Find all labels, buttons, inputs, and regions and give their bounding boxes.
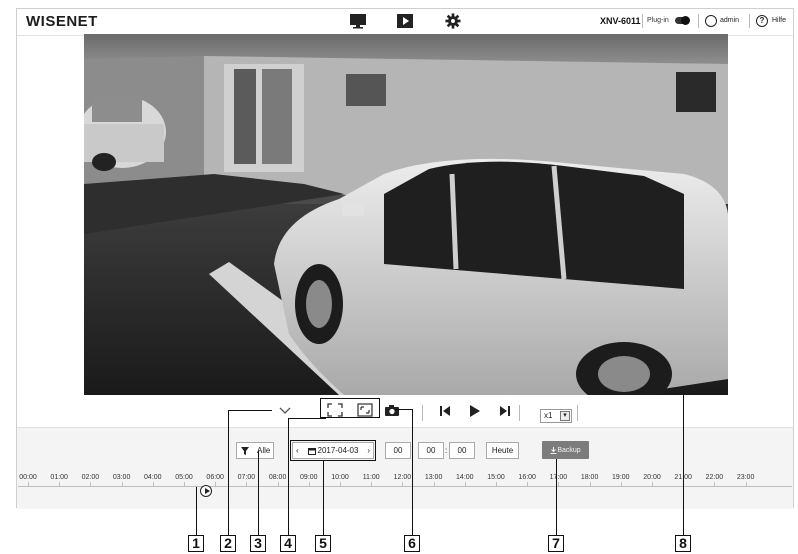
chevron-down-icon[interactable] — [278, 405, 292, 417]
camera-model: XNV-6011 — [600, 16, 641, 26]
timeline-hour-label: 13:00 — [424, 474, 443, 481]
timeline-hour-label: 04:00 — [144, 474, 162, 481]
callout-box-view — [320, 398, 380, 418]
gear-icon[interactable] — [444, 13, 462, 29]
play-icon[interactable] — [469, 404, 481, 418]
callout-5: 5 — [315, 535, 331, 552]
filter-label: Alle — [257, 446, 271, 455]
callout-6: 6 — [404, 535, 420, 552]
timeline-hour-label: 20:00 — [643, 474, 661, 481]
callout-line-3 — [258, 451, 259, 535]
callout-line-6 — [412, 409, 413, 535]
timeline-axis[interactable] — [18, 486, 792, 487]
timeline-hour-label: 14:00 — [456, 474, 474, 481]
filter-button[interactable]: Alle — [236, 442, 274, 459]
timeline-hour-label: 16:00 — [518, 474, 536, 481]
monitor-icon[interactable] — [349, 13, 367, 29]
divider — [577, 405, 578, 421]
plugin-toggle[interactable] — [675, 16, 690, 25]
speed-value: x1 — [544, 411, 553, 420]
backup-button[interactable]: Backup — [542, 441, 589, 459]
callout-8: 8 — [675, 535, 691, 552]
help-link[interactable]: Hilfe — [772, 17, 786, 24]
video-view[interactable] — [84, 34, 728, 395]
callout-3: 3 — [250, 535, 266, 552]
callout-line-2 — [228, 410, 229, 535]
divider — [698, 14, 699, 28]
timeline-hour-label: 15:00 — [487, 474, 505, 481]
timeline-hour-label: 06:00 — [206, 474, 224, 481]
divider — [749, 14, 750, 28]
callout-1: 1 — [188, 535, 204, 552]
backup-label: Backup — [557, 446, 581, 454]
callout-line-6h — [395, 409, 412, 410]
timeline-hour-label: 02:00 — [81, 474, 100, 481]
divider — [642, 14, 643, 28]
camera-feed-image — [84, 34, 728, 395]
download-icon — [550, 446, 557, 454]
hour-field[interactable]: 00 — [385, 442, 411, 459]
timeline-hour-label: 10:00 — [331, 474, 349, 481]
callout-4: 4 — [280, 535, 296, 552]
divider — [422, 405, 423, 421]
speed-select[interactable]: x1 ▾ — [540, 409, 572, 423]
timeline-hour-label: 12:00 — [393, 474, 412, 481]
timeline-hour-label: 17:00 — [549, 474, 568, 481]
plugin-label: Plug-in — [647, 17, 669, 24]
filter-icon — [241, 446, 249, 455]
second-field[interactable]: 00 — [449, 442, 475, 459]
skip-forward-icon[interactable] — [499, 405, 511, 417]
timeline-hour-label: 18:00 — [580, 474, 599, 481]
timeline-hour-label: 05:00 — [175, 474, 193, 481]
timeline-hour-label: 08:00 — [268, 474, 287, 481]
brand-logo: WISENET — [26, 13, 98, 30]
timeline-hour-label: 01:00 — [50, 474, 68, 481]
camera-icon[interactable] — [384, 404, 400, 417]
callout-box-date — [290, 440, 376, 461]
user-icon[interactable] — [705, 15, 717, 27]
callout-line-4h — [288, 418, 326, 419]
callout-line-1 — [196, 487, 197, 535]
callout-line-7 — [556, 459, 557, 535]
timeline-hour-label: 00:00 — [19, 474, 37, 481]
timeline-hour-label: 23:00 — [736, 474, 755, 481]
timeline-hour-label: 22:00 — [705, 474, 724, 481]
search-panel — [17, 427, 793, 509]
user-name[interactable]: admin — [720, 17, 739, 24]
help-icon[interactable]: ? — [756, 15, 768, 27]
timeline-hour-label: 11:00 — [362, 474, 380, 481]
callout-line-4 — [288, 418, 289, 535]
callout-line-8 — [683, 394, 684, 535]
skip-back-icon[interactable] — [439, 405, 451, 417]
timeline-hour-label: 19:00 — [612, 474, 630, 481]
minute-field[interactable]: 00 — [418, 442, 444, 459]
playback-icon[interactable] — [396, 13, 414, 29]
callout-2: 2 — [220, 535, 236, 552]
callout-line-5 — [323, 461, 324, 535]
callout-line-2h — [228, 410, 272, 411]
timeline-hour-label: 03:00 — [112, 474, 131, 481]
time-separator: : — [445, 446, 448, 455]
today-button[interactable]: Heute — [486, 442, 519, 459]
top-bar: WISENET XNV-6011 Plug-in admin ? Hilfe — [17, 9, 793, 36]
playhead-icon[interactable] — [200, 485, 212, 497]
divider — [519, 405, 520, 421]
chevron-down-icon[interactable]: ▾ — [560, 411, 570, 421]
callout-7: 7 — [548, 535, 564, 552]
timeline-hour-label: 09:00 — [300, 474, 318, 481]
timeline-hour-label: 07:00 — [237, 474, 256, 481]
app-window: WISENET XNV-6011 Plug-in admin ? Hilfe x… — [16, 8, 794, 509]
